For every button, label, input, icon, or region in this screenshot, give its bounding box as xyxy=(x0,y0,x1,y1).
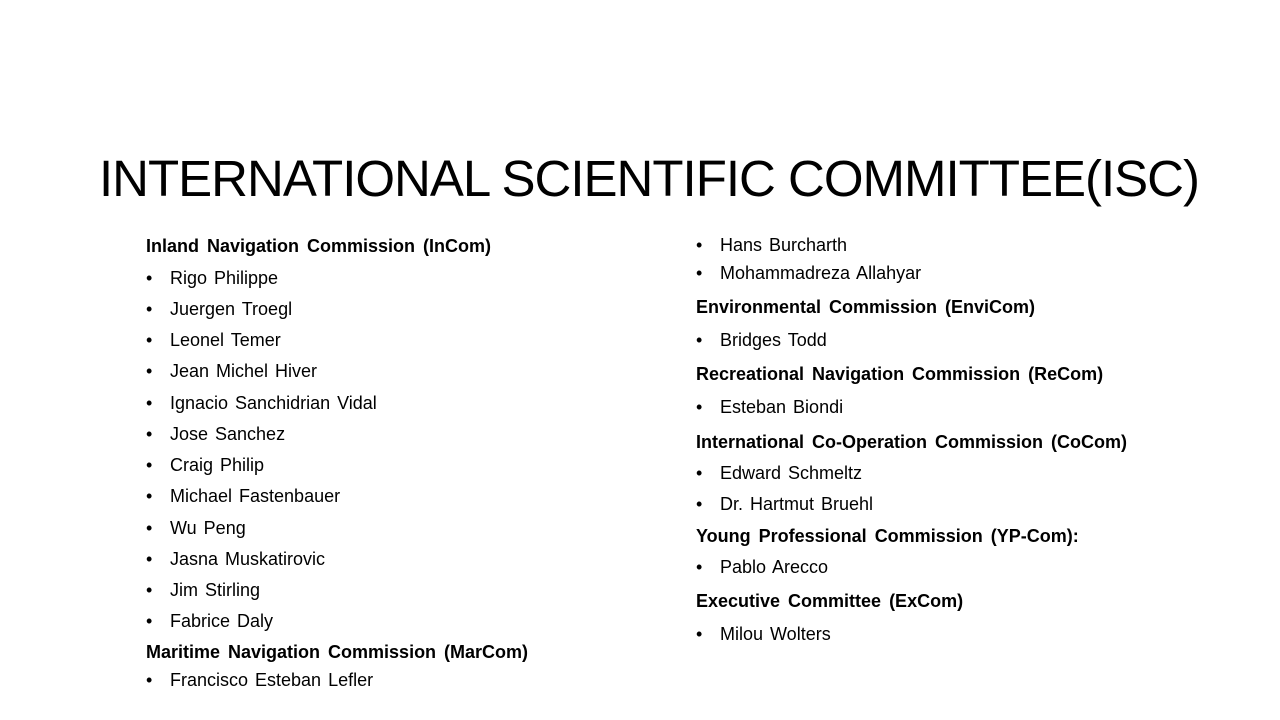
heading-marcom: Maritime Navigation Commission (MarCom) xyxy=(146,642,529,662)
member-name: Milou Wolters xyxy=(720,624,831,644)
bullet-icon: • xyxy=(696,463,703,483)
bullet-icon: • xyxy=(146,549,153,569)
member-name: Michael Fastenbauer xyxy=(170,486,341,506)
member-name: Juergen Troegl xyxy=(170,299,293,319)
heading-envicom: Environmental Commission (EnviCom) xyxy=(696,297,1036,317)
member-name: Pablo Arecco xyxy=(720,557,829,577)
slide-title: INTERNATIONAL SCIENTIFIC COMMITTEE(ISC) xyxy=(98,150,1200,207)
member-name: Leonel Temer xyxy=(170,330,281,350)
bullet-icon: • xyxy=(146,486,153,506)
member-name: Francisco Esteban Lefler xyxy=(170,670,374,690)
heading-incom: Inland Navigation Commission (InCom) xyxy=(146,236,492,256)
bullet-icon: • xyxy=(696,235,703,255)
member-name: Ignacio Sanchidrian Vidal xyxy=(170,393,377,413)
bullet-icon: • xyxy=(146,518,153,538)
bullet-icon: • xyxy=(696,330,703,350)
bullet-icon: • xyxy=(696,397,703,417)
bullet-icon: • xyxy=(146,670,153,690)
member-name: Wu Peng xyxy=(170,518,246,538)
bullet-icon: • xyxy=(146,455,153,475)
member-name: Hans Burcharth xyxy=(720,235,848,255)
heading-ypcom: Young Professional Commission (YP-Com): xyxy=(696,526,1079,546)
bullet-icon: • xyxy=(696,494,703,514)
bullet-icon: • xyxy=(146,361,153,381)
member-name: Jose Sanchez xyxy=(170,424,286,444)
member-name: Esteban Biondi xyxy=(720,397,844,417)
bullet-icon: • xyxy=(146,393,153,413)
member-name: Jasna Muskatirovic xyxy=(170,549,326,569)
bullet-icon: • xyxy=(696,263,703,283)
bullet-icon: • xyxy=(146,580,153,600)
member-name: Jean Michel Hiver xyxy=(170,361,318,381)
bullet-icon: • xyxy=(146,268,153,288)
member-name: Craig Philip xyxy=(170,455,265,475)
member-name: Edward Schmeltz xyxy=(720,463,863,483)
bullet-icon: • xyxy=(696,624,703,644)
member-name: Fabrice Daly xyxy=(170,611,274,631)
bullet-icon: • xyxy=(146,299,153,319)
bullet-icon: • xyxy=(146,424,153,444)
slide: INTERNATIONAL SCIENTIFIC COMMITTEE(ISC) … xyxy=(0,0,1280,720)
heading-recom: Recreational Navigation Commission (ReCo… xyxy=(696,364,1104,384)
member-name: Mohammadreza Allahyar xyxy=(720,263,922,283)
bullet-icon: • xyxy=(146,330,153,350)
member-name: Dr. Hartmut Bruehl xyxy=(720,494,874,514)
member-name: Bridges Todd xyxy=(720,330,827,350)
bullet-icon: • xyxy=(146,611,153,631)
heading-cocom: International Co-Operation Commission (C… xyxy=(696,432,1128,452)
heading-excom: Executive Committee (ExCom) xyxy=(696,591,964,611)
bullet-icon: • xyxy=(696,557,703,577)
member-name: Rigo Philippe xyxy=(170,268,279,288)
member-name: Jim Stirling xyxy=(170,580,261,600)
